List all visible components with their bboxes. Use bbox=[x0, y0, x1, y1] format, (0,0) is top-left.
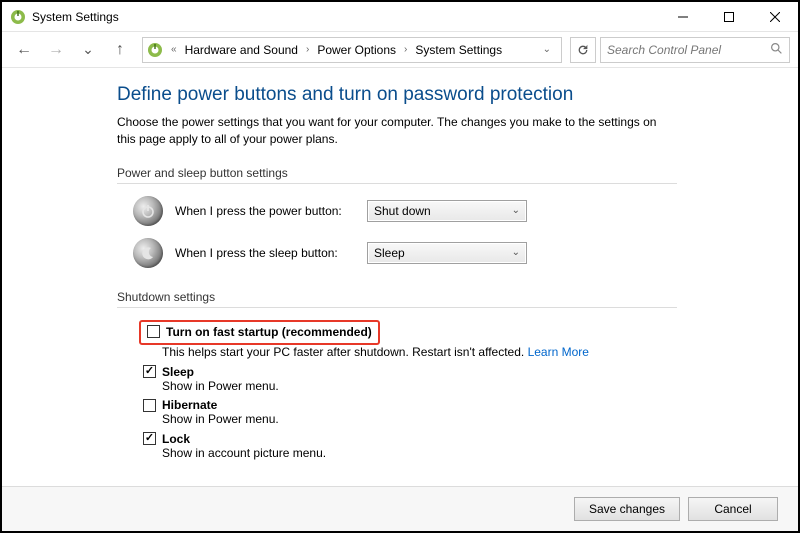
breadcrumb-dropdown[interactable]: ⌄ bbox=[537, 44, 557, 55]
sleep-icon bbox=[133, 238, 163, 268]
fast-startup-label: Turn on fast startup (recommended) bbox=[166, 325, 372, 339]
navbar: ← → ⌄ ↑ « Hardware and Sound › Power Opt… bbox=[2, 32, 798, 68]
maximize-button[interactable] bbox=[706, 2, 752, 31]
search-input[interactable]: Search Control Panel bbox=[600, 37, 790, 63]
window-title: System Settings bbox=[32, 10, 660, 24]
power-button-dropdown[interactable]: Shut down ⌄ bbox=[367, 200, 527, 222]
shutdown-item-fast-startup: Turn on fast startup (recommended) This … bbox=[133, 320, 768, 361]
page-description: Choose the power settings that you want … bbox=[117, 114, 677, 148]
power-button-row: When I press the power button: Shut down… bbox=[133, 196, 768, 226]
fast-startup-highlight: Turn on fast startup (recommended) bbox=[139, 320, 380, 346]
sleep-button-dropdown[interactable]: Sleep ⌄ bbox=[367, 242, 527, 264]
sleep-label: Sleep bbox=[162, 365, 194, 379]
shutdown-item-lock: Lock Show in account picture menu. bbox=[133, 432, 768, 462]
shutdown-settings-list: Turn on fast startup (recommended) This … bbox=[133, 320, 768, 462]
breadcrumb-separator: › bbox=[400, 44, 411, 55]
page-title: Define power buttons and turn on passwor… bbox=[117, 84, 768, 106]
refresh-button[interactable] bbox=[570, 37, 596, 63]
footer-bar: Save changes Cancel bbox=[2, 486, 798, 531]
shutdown-item-hibernate: Hibernate Show in Power menu. bbox=[133, 398, 768, 428]
lock-checkbox[interactable] bbox=[143, 432, 156, 445]
learn-more-link[interactable]: Learn More bbox=[528, 345, 589, 359]
titlebar: System Settings bbox=[2, 2, 798, 32]
fast-startup-checkbox[interactable] bbox=[147, 325, 160, 338]
content-area: Define power buttons and turn on passwor… bbox=[2, 68, 798, 486]
sleep-button-value: Sleep bbox=[374, 246, 405, 260]
minimize-button[interactable] bbox=[660, 2, 706, 31]
hibernate-description: Show in Power menu. bbox=[162, 412, 768, 428]
breadcrumb[interactable]: « Hardware and Sound › Power Options › S… bbox=[142, 37, 562, 63]
window-controls bbox=[660, 2, 798, 31]
cancel-button[interactable]: Cancel bbox=[688, 497, 778, 521]
section-shutdown: Shutdown settings bbox=[117, 290, 677, 308]
breadcrumb-item-power-options[interactable]: Power Options bbox=[315, 43, 398, 57]
power-options-icon bbox=[10, 9, 26, 25]
system-settings-window: System Settings ← → ⌄ ↑ « Hardware and S… bbox=[0, 0, 800, 533]
sleep-button-row: When I press the sleep button: Sleep ⌄ bbox=[133, 238, 768, 268]
chevron-down-icon: ⌄ bbox=[512, 205, 520, 216]
breadcrumb-root-glyph[interactable]: « bbox=[167, 44, 181, 55]
nav-forward-button[interactable]: → bbox=[42, 36, 70, 64]
section-power-sleep: Power and sleep button settings bbox=[117, 166, 677, 184]
fast-startup-description: This helps start your PC faster after sh… bbox=[162, 345, 768, 361]
shutdown-item-sleep: Sleep Show in Power menu. bbox=[133, 365, 768, 395]
lock-description: Show in account picture menu. bbox=[162, 446, 768, 462]
power-button-label: When I press the power button: bbox=[175, 204, 355, 218]
power-options-icon bbox=[147, 42, 163, 58]
close-button[interactable] bbox=[752, 2, 798, 31]
hibernate-label: Hibernate bbox=[162, 398, 217, 412]
breadcrumb-item-hardware-sound[interactable]: Hardware and Sound bbox=[183, 43, 300, 57]
search-icon bbox=[770, 42, 783, 58]
sleep-description: Show in Power menu. bbox=[162, 379, 768, 395]
nav-back-button[interactable]: ← bbox=[10, 36, 38, 64]
lock-label: Lock bbox=[162, 432, 190, 446]
breadcrumb-item-system-settings[interactable]: System Settings bbox=[413, 43, 504, 57]
hibernate-checkbox[interactable] bbox=[143, 399, 156, 412]
save-changes-button[interactable]: Save changes bbox=[574, 497, 680, 521]
nav-recent-chevron[interactable]: ⌄ bbox=[74, 36, 102, 64]
sleep-button-label: When I press the sleep button: bbox=[175, 246, 355, 260]
nav-up-button[interactable]: ↑ bbox=[106, 36, 134, 64]
breadcrumb-separator: › bbox=[302, 44, 313, 55]
sleep-checkbox[interactable] bbox=[143, 365, 156, 378]
chevron-down-icon: ⌄ bbox=[512, 247, 520, 258]
power-icon bbox=[133, 196, 163, 226]
search-placeholder: Search Control Panel bbox=[607, 43, 721, 57]
power-button-value: Shut down bbox=[374, 204, 431, 218]
